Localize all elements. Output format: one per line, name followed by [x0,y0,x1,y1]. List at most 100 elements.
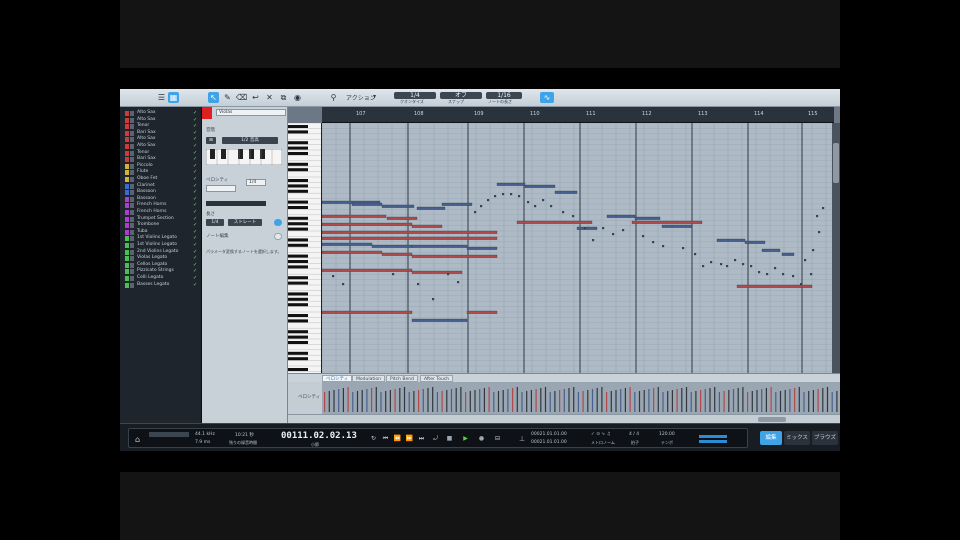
midi-note[interactable] [804,259,807,262]
velocity-bar[interactable] [507,389,509,412]
split-tool-icon[interactable]: ⧉ [278,92,289,103]
stop-icon[interactable]: ■ [445,435,454,443]
track-row[interactable]: 2nd Violins Legato ✓ [120,249,202,255]
midi-note[interactable] [411,224,443,228]
track-row[interactable]: Alto Sax ✓ [120,136,202,143]
velocity-bar[interactable] [530,390,532,412]
midi-note[interactable] [810,273,813,276]
velocity-bar[interactable] [394,389,396,412]
edit-button[interactable]: 編集 [760,431,782,445]
note-edit-toggle[interactable] [274,233,282,240]
mix-button[interactable]: ミックス [784,431,810,445]
midi-note[interactable] [554,190,578,194]
black-key[interactable] [288,216,308,220]
velocity-bar[interactable] [450,389,453,412]
midi-note[interactable] [447,273,450,276]
midi-note[interactable] [612,233,615,236]
velocity-bar[interactable] [521,392,523,412]
midi-note[interactable] [457,281,460,284]
velocity-bar[interactable] [422,389,424,412]
track-row[interactable]: Tenor ✓ [120,123,202,130]
midi-note[interactable] [702,265,705,268]
list-icon[interactable]: ☰ [156,92,167,103]
check-icon[interactable]: ✓ [193,130,197,136]
quantize-button[interactable]: 1/4 [394,92,436,99]
black-key[interactable] [288,168,308,172]
velocity-bar[interactable] [789,389,791,412]
midi-note[interactable] [432,298,435,301]
track-row[interactable]: Tenor ✓ [120,150,202,156]
velocity-bar[interactable] [399,388,401,412]
midi-note[interactable] [818,231,821,234]
velocity-bar[interactable] [347,387,349,412]
piano-keyboard[interactable] [288,123,322,373]
midi-note[interactable] [322,250,383,254]
loop-toggle-icon[interactable]: ⤾ [431,435,440,443]
midi-note[interactable] [782,273,785,276]
velocity-bar[interactable] [620,389,622,412]
midi-note[interactable] [322,222,413,226]
black-key[interactable] [288,297,308,301]
velocity-bar[interactable] [681,388,683,412]
midi-note[interactable] [742,263,745,266]
track-row[interactable]: Bassoon ✓ [120,196,202,202]
velocity-bar[interactable] [488,387,490,412]
velocity-bar[interactable] [737,388,739,412]
check-icon[interactable]: ✓ [193,216,197,222]
midi-note[interactable] [392,273,395,276]
scale-keyboard[interactable] [206,149,282,165]
black-key[interactable] [288,152,308,155]
velocity-bar[interactable] [338,389,340,412]
lane-tab[interactable]: ベロシティ [322,375,353,382]
velocity-bar[interactable] [836,391,838,412]
midi-note[interactable] [342,283,345,286]
midi-note[interactable] [642,235,645,238]
velocity-lane[interactable] [322,382,840,414]
horizontal-scroll-thumb[interactable] [758,417,786,422]
fast-forward-icon[interactable]: ⏩ [405,435,414,443]
black-key[interactable] [288,200,308,204]
black-key[interactable] [288,125,308,128]
black-key[interactable] [288,292,308,296]
track-row[interactable]: Bari Sax ✓ [120,130,202,136]
black-key[interactable] [288,260,308,263]
rewind-start-icon[interactable]: ⏮ [381,435,390,443]
metronome-icons[interactable]: ✓ ⊙ ∿ ♫ [591,432,611,437]
check-icon[interactable]: ✓ [193,275,197,281]
midi-note[interactable] [322,310,413,314]
velocity-bar[interactable] [761,389,763,412]
midi-note[interactable] [562,211,565,214]
velocity-bar[interactable] [676,389,678,412]
midi-note[interactable] [576,226,598,230]
track-row[interactable]: Basses Legato ✓ [120,282,202,288]
check-icon[interactable]: ✓ [193,176,197,182]
velocity-bar[interactable] [460,387,462,412]
black-key[interactable] [288,330,308,334]
track-row[interactable]: Clarinet ✓ [120,183,202,189]
black-key[interactable] [288,303,308,307]
velocity-bar[interactable] [601,387,603,412]
velocity-bar[interactable] [361,390,363,412]
velocity-bar[interactable] [803,392,805,412]
black-key[interactable] [288,254,308,258]
midi-note[interactable] [631,220,703,224]
black-key[interactable] [288,179,308,182]
straight-button[interactable]: ストレート [228,219,262,226]
midi-note[interactable] [606,214,636,218]
midi-note[interactable] [480,205,483,208]
midi-note[interactable] [761,248,781,252]
velocity-bar[interactable] [775,392,777,412]
velocity-bar[interactable] [817,389,819,412]
check-icon[interactable]: ✓ [193,282,197,288]
midi-note[interactable] [758,271,761,274]
velocity-bar[interactable] [784,390,786,412]
track-row[interactable]: French Horns ✓ [120,209,202,215]
velocity-bar[interactable] [573,387,575,412]
velocity-bar[interactable] [366,389,368,412]
black-key[interactable] [288,265,308,269]
velocity-bar[interactable] [718,392,720,412]
punch-icon[interactable]: ⊟ [493,435,502,443]
midi-note[interactable] [524,184,556,188]
velocity-bar[interactable] [667,391,669,412]
length-button[interactable]: 1/4 [206,219,224,226]
